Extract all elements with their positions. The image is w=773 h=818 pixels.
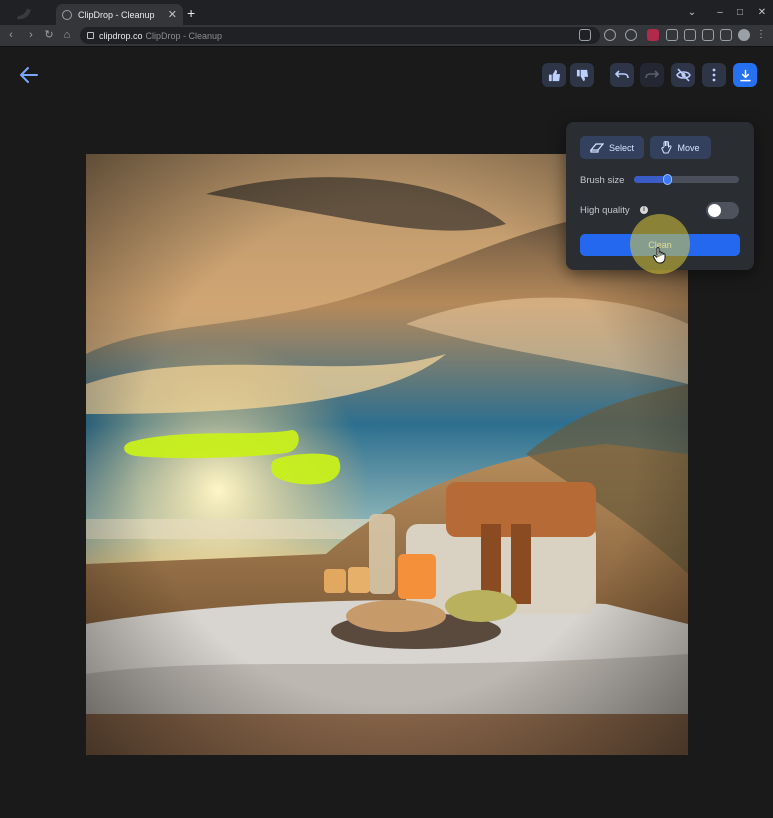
high-quality-label: High quality <box>580 205 630 216</box>
maximize-button[interactable]: □ <box>728 0 752 25</box>
share-icon[interactable] <box>579 29 591 41</box>
profile-avatar[interactable] <box>738 29 750 41</box>
extension-icon[interactable] <box>625 29 637 41</box>
cleanup-tool-panel: Select Move Brush size High quality i Cl… <box>566 122 754 270</box>
thumbs-down-icon <box>576 69 588 81</box>
tab-search-icon[interactable]: ⌄ <box>680 0 704 25</box>
hand-icon <box>661 141 673 154</box>
select-mode-label: Select <box>608 142 634 153</box>
browser-menu-icon[interactable]: ⋮ <box>756 29 768 41</box>
home-icon[interactable]: ⌂ <box>60 28 74 42</box>
thumbs-down-button[interactable] <box>570 63 594 87</box>
more-options-button[interactable] <box>702 63 726 87</box>
more-vertical-icon <box>712 68 716 82</box>
close-window-button[interactable]: ✕ <box>750 0 773 25</box>
toggle-knob <box>708 204 721 217</box>
clipdrop-favicon-icon <box>62 9 72 20</box>
redo-button[interactable] <box>640 63 664 87</box>
tab-title: ClipDrop - Cleanup <box>78 9 155 20</box>
browser-tab-strip: ClipDrop - Cleanup ✕ + ⌄ – □ ✕ <box>0 0 773 25</box>
download-extension-icon[interactable] <box>666 29 678 41</box>
back-arrow-icon[interactable] <box>18 64 40 86</box>
brush-mask-stroke <box>271 453 341 485</box>
undo-icon <box>615 70 629 79</box>
new-tab-button[interactable]: + <box>187 5 195 21</box>
brush-size-slider-handle[interactable] <box>662 174 672 185</box>
url-domain: clipdrop.co <box>99 30 143 41</box>
active-tab[interactable]: ClipDrop - Cleanup ✕ <box>56 4 183 25</box>
forward-nav-icon[interactable]: › <box>24 28 38 42</box>
back-nav-icon[interactable]: ‹ <box>4 28 18 42</box>
thumbs-up-icon <box>548 69 560 81</box>
record-extension-icon[interactable] <box>684 29 696 41</box>
reload-icon[interactable]: ↻ <box>42 28 56 42</box>
thumbs-up-button[interactable] <box>542 63 566 87</box>
url-page-title: ClipDrop - Cleanup <box>145 30 223 41</box>
eraser-icon <box>589 142 604 153</box>
brush-size-slider[interactable] <box>634 174 739 185</box>
address-bar-row: ‹ › ↻ ⌂ clipdrop.co ClipDrop - Cleanup ⋮ <box>0 25 773 47</box>
clean-button[interactable]: Clean <box>580 234 740 256</box>
download-button[interactable] <box>733 63 757 87</box>
flag-extension-icon[interactable] <box>647 29 659 41</box>
url-field[interactable]: clipdrop.co ClipDrop - Cleanup <box>80 27 600 44</box>
twitter-tab-icon[interactable] <box>14 4 44 22</box>
download-icon <box>739 69 751 81</box>
hide-original-button[interactable] <box>671 63 695 87</box>
info-icon[interactable]: i <box>640 206 648 214</box>
redo-icon <box>645 70 659 79</box>
eye-off-icon <box>675 68 691 82</box>
move-mode-label: Move <box>677 142 700 153</box>
lock-icon <box>87 32 94 39</box>
select-mode-button[interactable]: Select <box>580 136 644 159</box>
move-mode-button[interactable]: Move <box>650 136 711 159</box>
undo-button[interactable] <box>610 63 634 87</box>
tab-close-icon[interactable]: ✕ <box>168 8 177 21</box>
brush-size-label: Brush size <box>580 175 625 186</box>
clean-button-label: Clean <box>648 240 672 250</box>
high-quality-toggle[interactable] <box>706 202 739 219</box>
bookmark-star-icon[interactable] <box>604 29 616 41</box>
sidebar-icon[interactable] <box>720 29 732 41</box>
screenshot-extension-icon[interactable] <box>702 29 714 41</box>
